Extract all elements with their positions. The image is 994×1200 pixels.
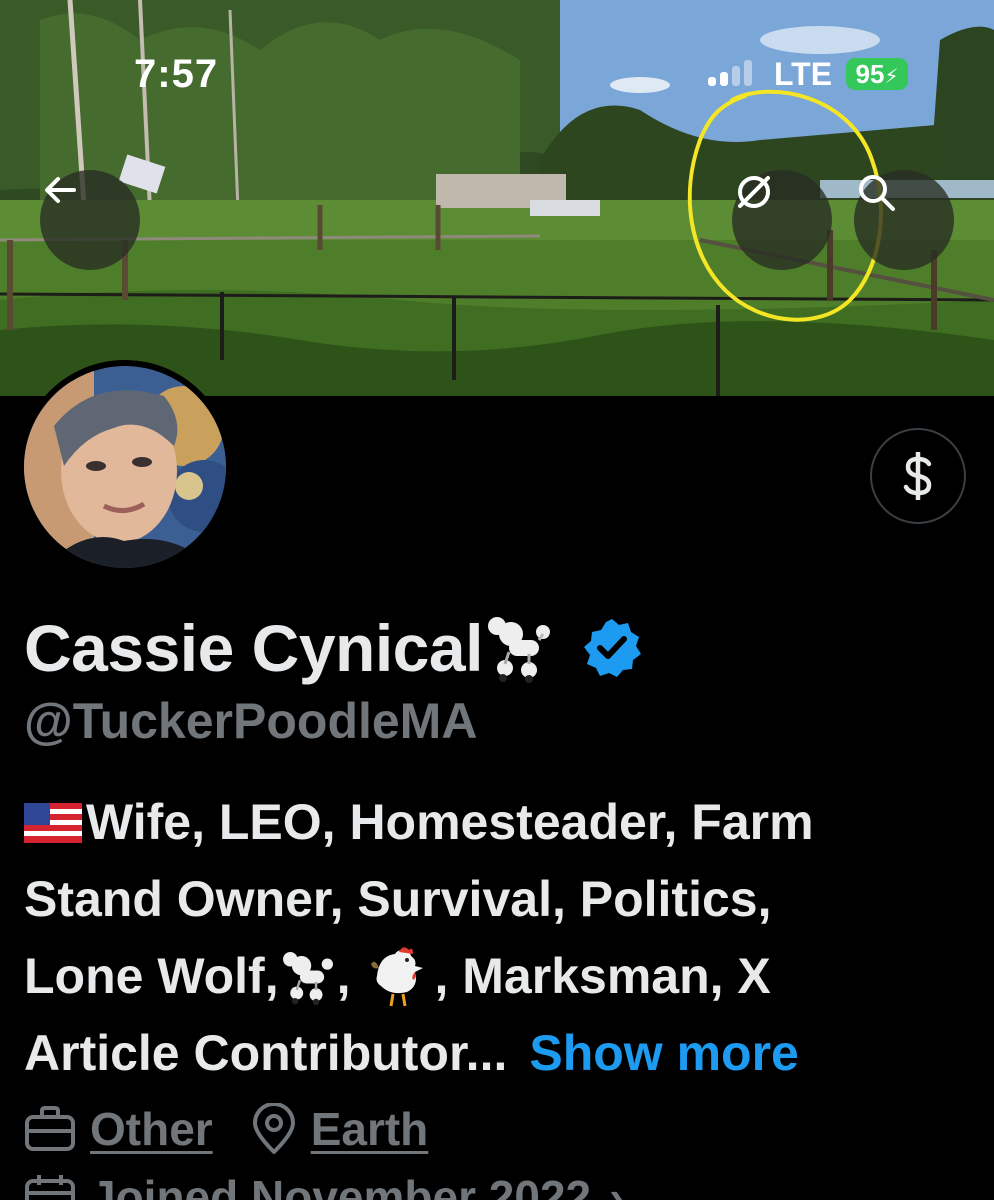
profile-meta: Other Earth: [24, 1094, 466, 1164]
display-name-row: Cassie Cynical: [24, 606, 643, 690]
profile-handle: @TuckerPoodleMA: [24, 693, 478, 749]
bio-line: Article Contributor... Show more: [24, 1015, 974, 1092]
search-button[interactable]: [854, 170, 954, 270]
bio-text: Lone Wolf,: [24, 948, 279, 1004]
profile-screen: 7:57 LTE 95⚡ Cassie Cynical @TuckerPoodl…: [0, 0, 994, 1200]
back-button[interactable]: [40, 170, 140, 270]
joined-text: Joined November 2022: [90, 1171, 592, 1200]
dollar-sign-icon: [903, 452, 932, 500]
bio-line: Wife, LEO, Homesteader, Farm: [24, 784, 974, 861]
battery-level: 95: [855, 59, 885, 89]
charging-bolt-icon: ⚡: [884, 66, 899, 88]
show-more-link[interactable]: Show more: [529, 1015, 798, 1092]
profile-category[interactable]: Other: [24, 1102, 213, 1156]
location-pin-icon: [252, 1103, 295, 1154]
us-flag-emoji-icon: [24, 802, 82, 843]
display-name: Cassie Cynical: [24, 611, 483, 685]
briefcase-icon: [25, 1106, 75, 1151]
battery-indicator: 95⚡: [846, 58, 908, 90]
search-icon: [859, 175, 895, 211]
bio-text: ,: [336, 948, 351, 1004]
chevron-right-icon: ›: [609, 1171, 625, 1200]
network-type: LTE: [774, 56, 833, 92]
bio-text: , Marksman, X: [434, 948, 771, 1004]
bio-text: Stand Owner, Survival, Politics,: [24, 871, 772, 927]
calendar-icon: [25, 1175, 75, 1200]
tip-button[interactable]: [870, 428, 966, 524]
bio-line: Lone Wolf, , , Marksman, X: [24, 938, 974, 1015]
grok-button[interactable]: [732, 170, 832, 270]
rooster-emoji-icon: [370, 946, 423, 1006]
bio-text: Article Contributor...: [24, 1025, 508, 1081]
avatar[interactable]: [18, 360, 232, 574]
status-time: 7:57: [134, 52, 219, 96]
location-link[interactable]: Earth: [311, 1102, 429, 1156]
poodle-emoji-icon: [487, 617, 550, 683]
bio-line: Stand Owner, Survival, Politics,: [24, 861, 974, 938]
joined-date[interactable]: Joined November 2022 ›: [24, 1170, 624, 1200]
avatar-image: [24, 366, 226, 568]
grok-icon: [738, 176, 770, 208]
signal-icon: [708, 60, 758, 86]
arrow-left-icon: [45, 177, 76, 203]
profile-bio: Wife, LEO, Homesteader, Farm Stand Owner…: [24, 784, 974, 1092]
category-link[interactable]: Other: [90, 1102, 213, 1156]
verified-badge-icon: [583, 619, 641, 677]
bio-text: Wife, LEO, Homesteader, Farm: [86, 794, 814, 850]
profile-banner[interactable]: 7:57 LTE 95⚡: [0, 0, 994, 396]
poodle-emoji-icon: [282, 951, 333, 1005]
profile-location[interactable]: Earth: [251, 1102, 429, 1156]
